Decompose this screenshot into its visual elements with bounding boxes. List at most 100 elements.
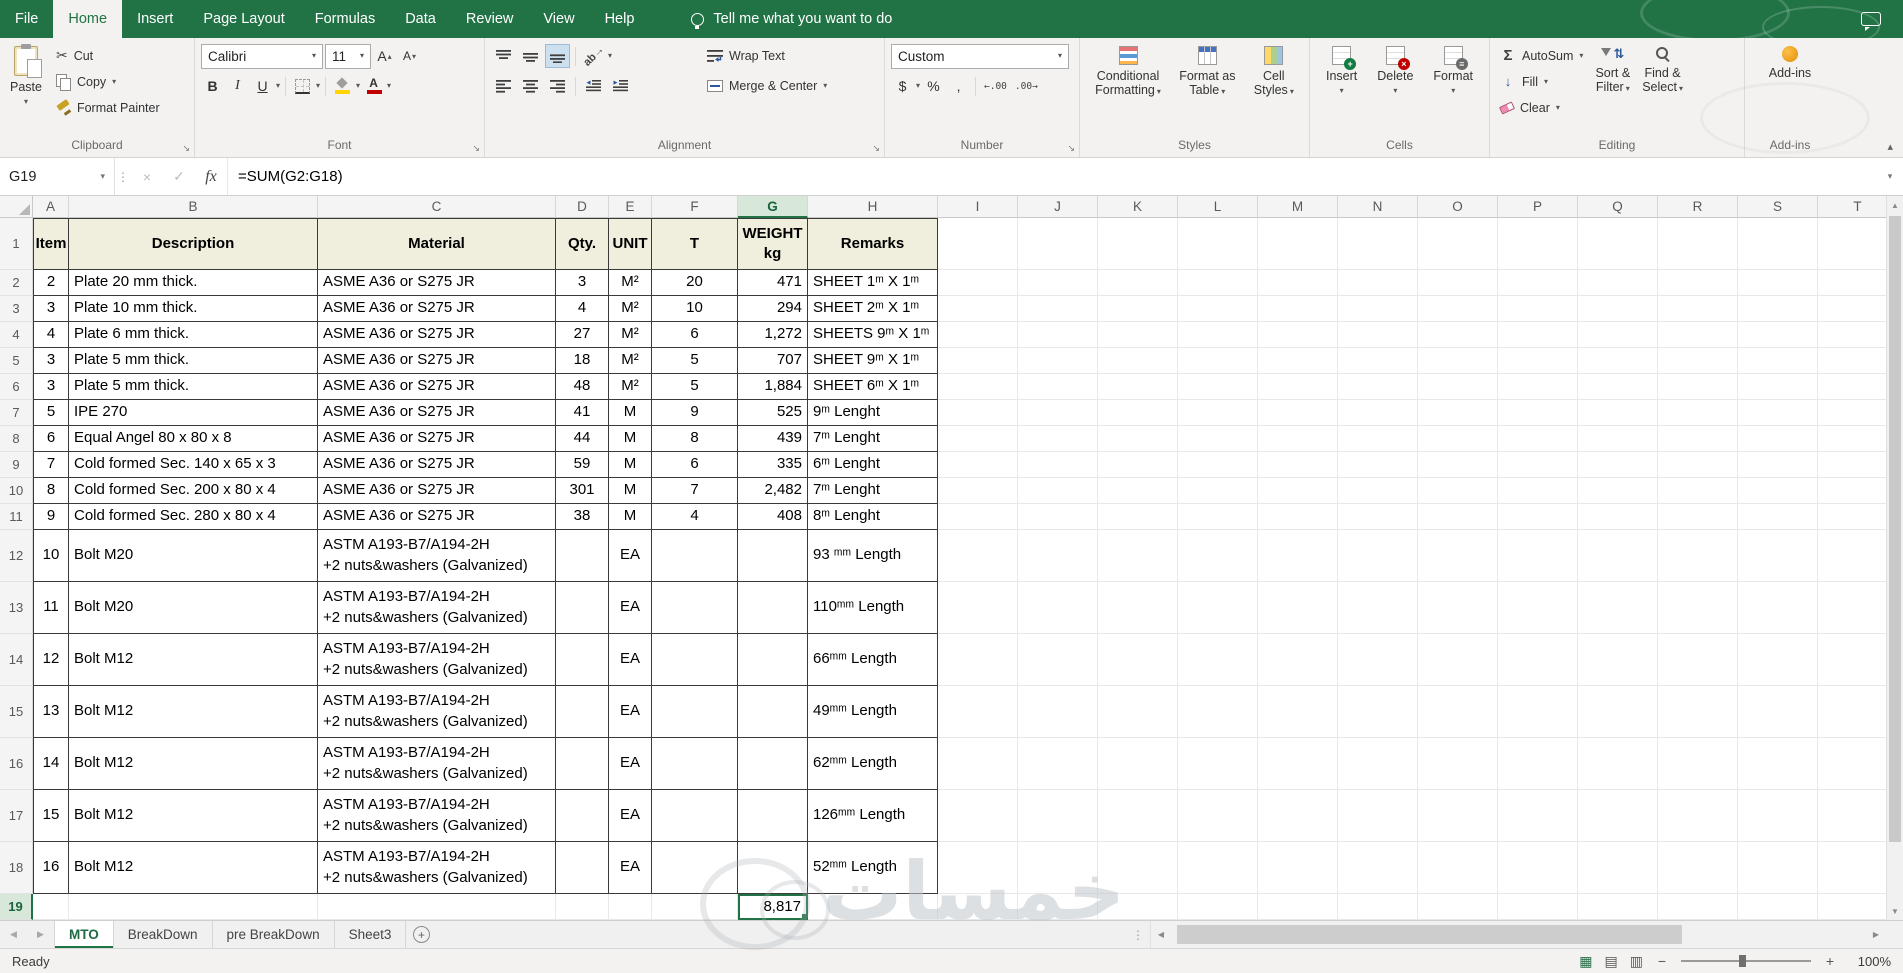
ribbon-tab-help[interactable]: Help	[590, 0, 650, 38]
cell-S12[interactable]	[1738, 530, 1818, 582]
cell-A15[interactable]: 13	[33, 686, 69, 738]
formula-bar-resize-handle[interactable]: ⋮	[115, 158, 131, 195]
cell-Q11[interactable]	[1578, 504, 1658, 530]
cell-C12[interactable]: ASTM A193-B7/A194-2H +2 nuts&washers (Ga…	[318, 530, 556, 582]
cell-K8[interactable]	[1098, 426, 1178, 452]
cell-O6[interactable]	[1418, 374, 1498, 400]
cell-G13[interactable]	[738, 582, 808, 634]
column-header-J[interactable]: J	[1018, 196, 1098, 218]
zoom-in-button[interactable]: +	[1823, 954, 1837, 968]
cell-Q14[interactable]	[1578, 634, 1658, 686]
cell-Q17[interactable]	[1578, 790, 1658, 842]
cell-H19[interactable]	[808, 894, 938, 920]
cell-A19[interactable]	[33, 894, 69, 920]
accounting-format-button[interactable]: $	[891, 75, 914, 98]
page-layout-view-icon[interactable]: ▤	[1605, 954, 1618, 968]
insert-function-button[interactable]: fx	[195, 158, 227, 195]
column-header-R[interactable]: R	[1658, 196, 1738, 218]
cell-C5[interactable]: ASME A36 or S275 JR	[318, 348, 556, 374]
collapse-ribbon-icon[interactable]: ▴	[1887, 140, 1893, 153]
cell-F18[interactable]	[652, 842, 738, 894]
number-dialog-launcher-icon[interactable]: ↘	[1067, 143, 1075, 154]
cell-D13[interactable]	[556, 582, 609, 634]
middle-align-button[interactable]	[518, 44, 543, 68]
cell-D1[interactable]: Qty.	[556, 218, 609, 270]
cell-S2[interactable]	[1738, 270, 1818, 296]
cell-E16[interactable]: EA	[609, 738, 652, 790]
cell-H4[interactable]: SHEETS 9ᵐ X 1ᵐ	[808, 322, 938, 348]
cell-H6[interactable]: SHEET 6ᵐ X 1ᵐ	[808, 374, 938, 400]
scroll-down-icon[interactable]: ▼	[1887, 902, 1903, 920]
cell-L10[interactable]	[1178, 478, 1258, 504]
cell-M4[interactable]	[1258, 322, 1338, 348]
cell-O2[interactable]	[1418, 270, 1498, 296]
cell-styles-button[interactable]: Cell Styles ▾	[1250, 43, 1298, 136]
cell-R15[interactable]	[1658, 686, 1738, 738]
column-header-L[interactable]: L	[1178, 196, 1258, 218]
next-sheet-icon[interactable]: ▶	[27, 921, 54, 948]
row-header-2[interactable]: 2	[0, 270, 33, 296]
row-header-11[interactable]: 11	[0, 504, 33, 530]
font-color-button[interactable]: A	[362, 75, 385, 98]
row-header-4[interactable]: 4	[0, 322, 33, 348]
cell-L16[interactable]	[1178, 738, 1258, 790]
cell-H14[interactable]: 66ᵐᵐ Length	[808, 634, 938, 686]
zoom-level[interactable]: 100%	[1849, 954, 1891, 969]
cell-G15[interactable]	[738, 686, 808, 738]
top-align-button[interactable]	[491, 44, 516, 68]
cell-J1[interactable]	[1018, 218, 1098, 270]
cell-R11[interactable]	[1658, 504, 1738, 530]
cell-F4[interactable]: 6	[652, 322, 738, 348]
cell-I11[interactable]	[938, 504, 1018, 530]
row-header-5[interactable]: 5	[0, 348, 33, 374]
cell-I10[interactable]	[938, 478, 1018, 504]
cell-S16[interactable]	[1738, 738, 1818, 790]
cell-G4[interactable]: 1,272	[738, 322, 808, 348]
cell-F16[interactable]	[652, 738, 738, 790]
cell-N4[interactable]	[1338, 322, 1418, 348]
cell-P19[interactable]	[1498, 894, 1578, 920]
column-header-E[interactable]: E	[609, 196, 652, 218]
cell-C17[interactable]: ASTM A193-B7/A194-2H +2 nuts&washers (Ga…	[318, 790, 556, 842]
sheet-tab-mto[interactable]: MTO	[54, 921, 114, 948]
formula-input[interactable]: =SUM(G2:G18)	[227, 158, 1877, 195]
underline-button[interactable]: U	[251, 75, 274, 98]
cell-A6[interactable]: 3	[33, 374, 69, 400]
scroll-right-icon[interactable]: ▶	[1866, 930, 1886, 939]
cell-M1[interactable]	[1258, 218, 1338, 270]
cell-I18[interactable]	[938, 842, 1018, 894]
bottom-align-button[interactable]	[545, 44, 570, 68]
cell-H16[interactable]: 62ᵐᵐ Length	[808, 738, 938, 790]
cell-D19[interactable]	[556, 894, 609, 920]
cell-L7[interactable]	[1178, 400, 1258, 426]
cell-F2[interactable]: 20	[652, 270, 738, 296]
increase-indent-button[interactable]	[608, 74, 633, 98]
cell-M5[interactable]	[1258, 348, 1338, 374]
cell-Q8[interactable]	[1578, 426, 1658, 452]
cell-I17[interactable]	[938, 790, 1018, 842]
column-header-N[interactable]: N	[1338, 196, 1418, 218]
cell-N11[interactable]	[1338, 504, 1418, 530]
cell-L13[interactable]	[1178, 582, 1258, 634]
cell-J5[interactable]	[1018, 348, 1098, 374]
cell-A5[interactable]: 3	[33, 348, 69, 374]
cell-K6[interactable]	[1098, 374, 1178, 400]
cell-O14[interactable]	[1418, 634, 1498, 686]
row-header-14[interactable]: 14	[0, 634, 33, 686]
cell-G10[interactable]: 2,482	[738, 478, 808, 504]
cut-button[interactable]: ✂ Cut	[52, 43, 164, 68]
cell-F3[interactable]: 10	[652, 296, 738, 322]
cell-S14[interactable]	[1738, 634, 1818, 686]
cell-L19[interactable]	[1178, 894, 1258, 920]
orientation-dropdown-icon[interactable]: ▾	[608, 52, 612, 60]
ribbon-tab-formulas[interactable]: Formulas	[300, 0, 390, 38]
cell-I16[interactable]	[938, 738, 1018, 790]
cell-J2[interactable]	[1018, 270, 1098, 296]
cell-H10[interactable]: 7ᵐ Lenght	[808, 478, 938, 504]
cell-F1[interactable]: T	[652, 218, 738, 270]
cell-N5[interactable]	[1338, 348, 1418, 374]
cell-B13[interactable]: Bolt M20	[69, 582, 318, 634]
cell-E19[interactable]	[609, 894, 652, 920]
cell-B15[interactable]: Bolt M12	[69, 686, 318, 738]
sheet-tab-pre-breakdown[interactable]: pre BreakDown	[213, 921, 335, 948]
